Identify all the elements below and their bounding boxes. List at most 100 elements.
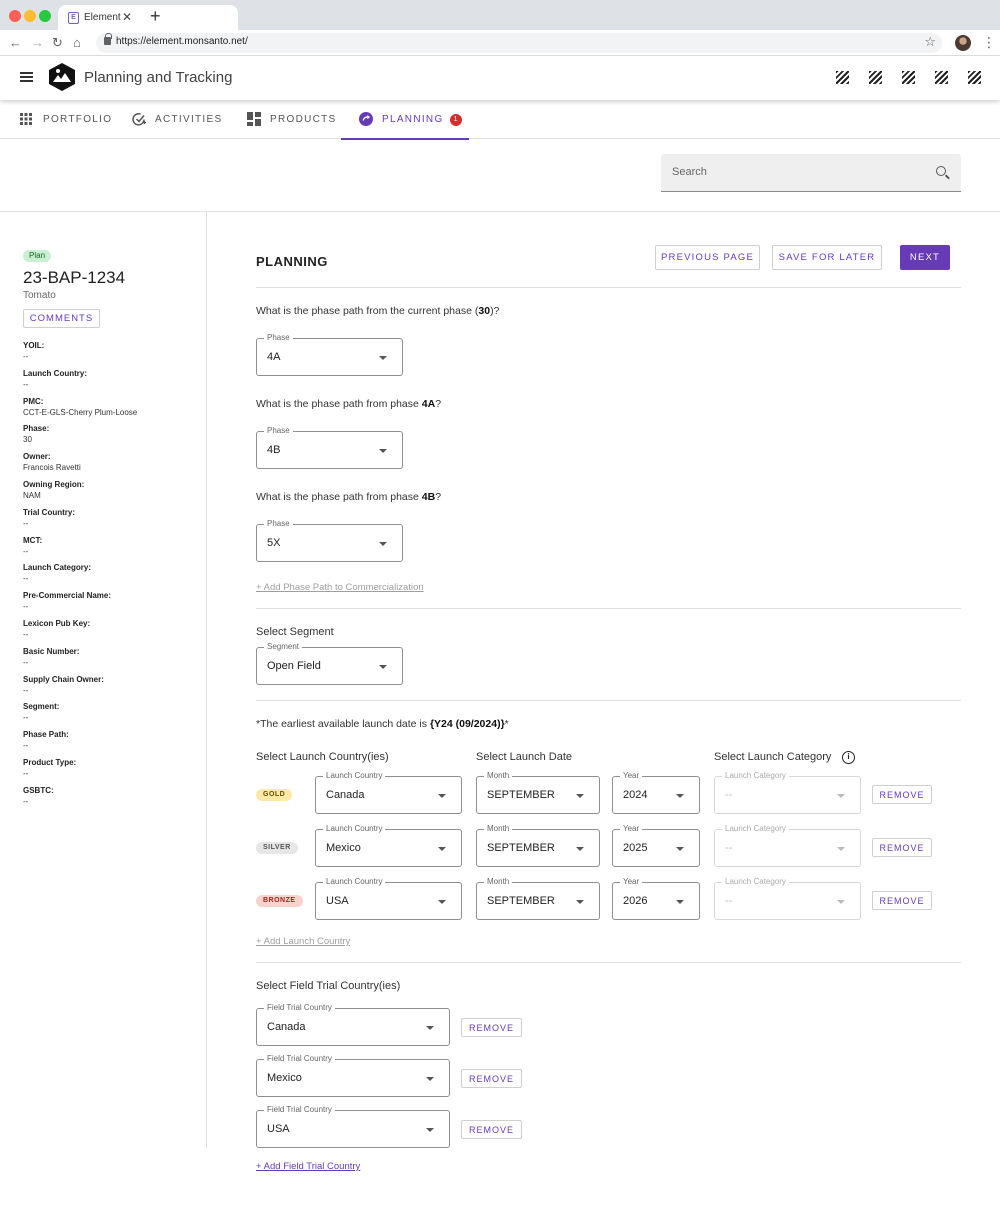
dropdown-arrow-icon (426, 1077, 434, 1081)
url-field[interactable]: https://element.monsanto.net/ ☆ (96, 33, 942, 53)
remove-button[interactable]: REMOVE (461, 1069, 522, 1088)
dropdown-arrow-icon (426, 1128, 434, 1132)
field-label: Phase: (23, 424, 50, 434)
tab-planning[interactable]: PLANNING 1 (341, 100, 469, 140)
select-label: Launch Category (722, 824, 789, 834)
lock-icon (104, 33, 112, 45)
app-shortcut-icon[interactable] (869, 71, 882, 84)
divider (256, 608, 961, 609)
tab-label: PRODUCTS (270, 114, 337, 125)
browser-menu-icon[interactable]: ⋮ (982, 34, 996, 51)
window-close-button[interactable] (9, 10, 21, 22)
tab-portfolio[interactable]: PORTFOLIO (20, 100, 112, 139)
phase-select[interactable]: Phase 5X (256, 519, 403, 562)
launch-country-select[interactable]: Launch Country Mexico (315, 824, 462, 867)
select-value: 2024 (623, 789, 648, 801)
reload-icon[interactable]: ↻ (52, 35, 63, 51)
forward-arrow-icon[interactable]: → (31, 35, 44, 51)
new-tab-button[interactable]: + (150, 7, 161, 25)
phase-select[interactable]: Phase 4A (256, 333, 403, 376)
back-arrow-icon[interactable]: ← (9, 35, 22, 51)
tier-badge: SILVER (256, 842, 298, 854)
app-bar: Planning and Tracking (0, 56, 1000, 100)
launch-category-select[interactable]: Launch Category -- (714, 771, 861, 814)
select-label: Year (620, 771, 643, 781)
select-value: 2026 (623, 895, 648, 907)
launch-month-select[interactable]: Month SEPTEMBER (476, 824, 600, 867)
select-value: Mexico (326, 842, 361, 854)
app-shortcut-icon[interactable] (968, 71, 981, 84)
phase-select[interactable]: Phase 4B (256, 426, 403, 469)
home-icon[interactable]: ⌂ (73, 35, 81, 51)
search-placeholder: Search (672, 166, 707, 178)
launch-category-select[interactable]: Launch Category -- (714, 824, 861, 867)
field-label: Trial Country: (23, 507, 76, 517)
window-maximize-button[interactable] (39, 10, 51, 22)
add-launch-country-link[interactable]: + Add Launch Country (256, 936, 350, 947)
launch-year-select[interactable]: Year 2025 (612, 824, 700, 867)
field-trial-country-select[interactable]: Field Trial Country Mexico (256, 1054, 450, 1097)
select-label: Launch Country (323, 877, 386, 887)
launch-country-select[interactable]: Launch Country USA (315, 877, 462, 920)
field-label: Launch Category: (23, 563, 92, 573)
select-value: -- (725, 842, 733, 854)
field-label: PMC: (23, 396, 44, 406)
select-label: Launch Country (323, 824, 386, 834)
launch-year-select[interactable]: Year 2024 (612, 771, 700, 814)
dropdown-arrow-icon (837, 900, 845, 904)
dropdown-arrow-icon (676, 847, 684, 851)
app-title: Planning and Tracking (84, 69, 233, 86)
next-button[interactable]: NEXT (900, 245, 950, 270)
launch-category-select[interactable]: Launch Category -- (714, 877, 861, 920)
field-value: NAM (23, 491, 41, 500)
field-value: -- (23, 741, 29, 751)
info-icon[interactable]: i (842, 751, 855, 764)
select-label: Year (620, 824, 643, 834)
field-value: -- (23, 518, 29, 528)
launch-country-select[interactable]: Launch Country Canada (315, 771, 462, 814)
add-phase-path-link[interactable]: + Add Phase Path to Commercialization (256, 582, 424, 593)
tab-products[interactable]: PRODUCTS (247, 100, 337, 139)
launch-month-select[interactable]: Month SEPTEMBER (476, 877, 600, 920)
select-label: Field Trial Country (264, 1054, 335, 1064)
launch-date-note: *The earliest available launch date is {… (256, 718, 509, 730)
search-input[interactable]: Search (661, 154, 961, 192)
browser-tab[interactable]: E Element ✕ (58, 5, 238, 30)
app-shortcut-icon[interactable] (902, 71, 915, 84)
field-trial-country-select[interactable]: Field Trial Country USA (256, 1105, 450, 1148)
field-trial-country-select[interactable]: Field Trial Country Canada (256, 1003, 450, 1046)
select-value: 4B (267, 444, 281, 456)
field-value: -- (23, 546, 29, 556)
select-label: Month (484, 771, 513, 781)
phase-question: What is the phase path from the current … (256, 305, 500, 317)
app-shortcut-icon[interactable] (836, 71, 849, 84)
app-shortcut-icon[interactable] (935, 71, 948, 84)
dropdown-arrow-icon (379, 449, 387, 453)
tab-activities[interactable]: ACTIVITIES (132, 100, 222, 139)
launch-year-select[interactable]: Year 2026 (612, 877, 700, 920)
segment-select[interactable]: Segment Open Field (256, 642, 403, 685)
launch-month-select[interactable]: Month SEPTEMBER (476, 771, 600, 814)
menu-icon[interactable] (20, 72, 33, 82)
remove-button[interactable]: REMOVE (872, 785, 932, 804)
search-icon[interactable] (936, 166, 946, 176)
add-field-trial-link[interactable]: + Add Field Trial Country (256, 1161, 360, 1172)
field-value: -- (23, 713, 29, 723)
window-minimize-button[interactable] (24, 10, 36, 22)
remove-button[interactable]: REMOVE (872, 891, 932, 910)
save-for-later-button[interactable]: SAVE FOR LATER (772, 245, 882, 270)
previous-page-button[interactable]: PREVIOUS PAGE (655, 245, 760, 270)
remove-button[interactable]: REMOVE (461, 1120, 522, 1139)
bookmark-star-icon[interactable]: ☆ (924, 34, 936, 50)
profile-avatar[interactable] (955, 35, 971, 51)
select-value: Open Field (267, 660, 321, 672)
comments-button[interactable]: COMMENTS (23, 309, 100, 328)
field-value: CCT-E-GLS-Cherry Plum-Loose (23, 407, 138, 417)
remove-button[interactable]: REMOVE (461, 1018, 522, 1037)
select-label: Year (620, 877, 643, 887)
remove-button[interactable]: REMOVE (872, 838, 932, 857)
tab-close-icon[interactable]: ✕ (122, 10, 132, 24)
dashboard-icon (247, 112, 262, 127)
select-value: SEPTEMBER (487, 789, 555, 801)
segment-heading: Select Segment (256, 626, 334, 638)
